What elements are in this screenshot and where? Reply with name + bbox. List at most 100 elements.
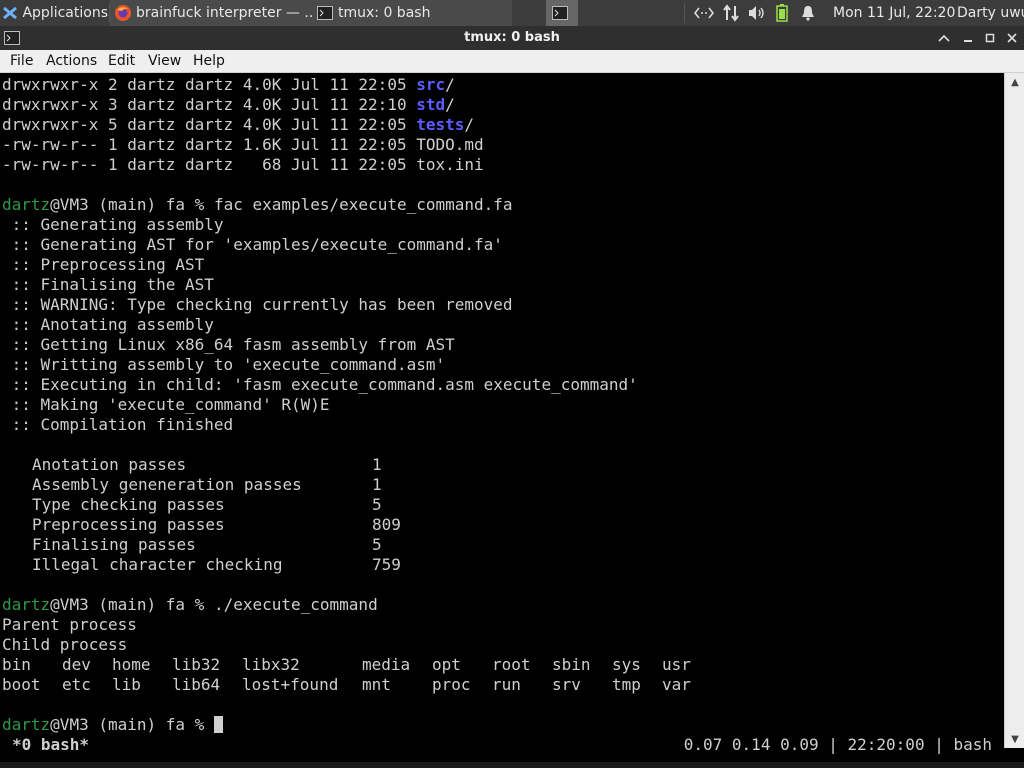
stat-value: 809: [372, 515, 401, 534]
dir-entry: libx32: [242, 655, 300, 674]
output-line: :: Executing in child: 'fasm execute_com…: [2, 375, 638, 394]
output-line: :: Making 'execute_command' R(W)E: [2, 395, 330, 414]
tmux-status-bar: *0 bash* 0.07 0.14 0.09 | 22:20:00 | bas…: [0, 735, 1004, 755]
tmux-status-right: 0.07 0.14 0.09 | 22:20:00 | bash: [683, 735, 992, 754]
dir-entry: bin: [2, 655, 31, 674]
dir-entry: var: [662, 675, 691, 694]
stat-value: 5: [372, 495, 382, 514]
output-line: :: WARNING: Type checking currently has …: [2, 295, 513, 314]
output-line: Parent process: [2, 615, 137, 634]
dir-entry: run: [492, 675, 521, 694]
volume-icon[interactable]: [748, 0, 770, 26]
output-line: :: Generating AST for 'examples/execute_…: [2, 235, 503, 254]
prompt-user: dartz: [2, 595, 51, 614]
dir-entry: mnt: [362, 675, 391, 694]
prompt-user: dartz: [2, 195, 51, 214]
dir-entry: boot: [2, 675, 41, 694]
workspace-button[interactable]: [546, 0, 578, 26]
window-bottom-border: [0, 762, 1024, 768]
dir-entry: usr: [662, 655, 691, 674]
shade-icon[interactable]: [934, 28, 954, 48]
output-line: Child process: [2, 635, 128, 654]
tmux-window-label[interactable]: *0 bash*: [12, 735, 89, 755]
ls-line: -rw-rw-r-- 1 dartz dartz 1.6K Jul 11 22:…: [2, 135, 484, 154]
top-panel: Applications brainfuck interpreter — ...…: [0, 0, 1024, 26]
xfce-logo-icon: [2, 4, 18, 22]
network-icon[interactable]: [694, 0, 716, 26]
notification-bell-icon[interactable]: [800, 0, 822, 26]
terminal-icon: [551, 4, 569, 22]
output-line: :: Compilation finished: [2, 415, 234, 434]
minimize-icon[interactable]: [958, 28, 978, 48]
window-title: tmux: 0 bash: [464, 30, 560, 45]
dir-entry: opt: [432, 655, 461, 674]
stat-value: 5: [372, 535, 382, 554]
prompt-line: dartz@VM3 (main) fa % fac examples/execu…: [2, 195, 513, 215]
prompt-host: @VM3 (main) fa %: [50, 595, 214, 614]
dir-entry: media: [362, 655, 411, 674]
prompt-line: dartz@VM3 (main) fa %: [2, 715, 223, 735]
output-line: :: Getting Linux x86_64 fasm assembly fr…: [2, 335, 455, 354]
stat-label: Preprocessing passes: [32, 515, 225, 534]
stat-label: Illegal character checking: [32, 555, 283, 574]
firefox-icon: [114, 4, 132, 22]
scroll-down-icon[interactable]: ▼: [1005, 730, 1024, 748]
user-menu[interactable]: Darty uwu: [957, 0, 1024, 26]
transfer-icon[interactable]: [722, 0, 744, 26]
stat-value: 1: [372, 455, 382, 474]
terminal-icon: [316, 4, 334, 22]
prompt-line: dartz@VM3 (main) fa % ./execute_command: [2, 595, 378, 615]
clock[interactable]: Mon 11 Jul, 22:20: [833, 0, 955, 26]
applications-menu[interactable]: Applications: [2, 0, 108, 26]
dir-entry: lib: [112, 675, 141, 694]
window-titlebar[interactable]: tmux: 0 bash: [0, 26, 1024, 50]
dir-entry: dev: [62, 655, 91, 674]
applications-label: Applications: [22, 5, 108, 21]
output-line: :: Anotating assembly: [2, 315, 214, 334]
terminal-cursor: [213, 716, 223, 733]
dir-entry: lib64: [172, 675, 221, 694]
output-line: :: Generating assembly: [2, 215, 224, 234]
stat-label: Finalising passes: [32, 535, 196, 554]
dir-entry: sbin: [552, 655, 591, 674]
dir-entry: lib32: [172, 655, 221, 674]
task-label: tmux: 0 bash: [338, 5, 431, 21]
terminal-area[interactable]: drwxrwxr-x 2 dartz dartz 4.0K Jul 11 22:…: [0, 73, 1004, 748]
task-label: brainfuck interpreter — ...: [136, 5, 314, 21]
stat-label: Anotation passes: [32, 455, 187, 474]
maximize-icon[interactable]: [980, 28, 1000, 48]
menu-file[interactable]: File: [10, 50, 33, 72]
close-icon[interactable]: [1002, 28, 1022, 48]
menu-help[interactable]: Help: [193, 50, 225, 72]
menu-edit[interactable]: Edit: [108, 50, 135, 72]
scrollbar[interactable]: ▲ ▼: [1004, 73, 1024, 748]
dir-entry: tmp: [612, 675, 641, 694]
command-text: fac examples/execute_command.fa: [213, 195, 513, 214]
dir-entry: srv: [552, 675, 581, 694]
prompt-user: dartz: [2, 715, 51, 734]
stat-value: 1: [372, 475, 382, 494]
menu-view[interactable]: View: [148, 50, 181, 72]
dir-entry: proc: [432, 675, 471, 694]
scroll-up-icon[interactable]: ▲: [1005, 73, 1024, 91]
dir-entry: sys: [612, 655, 641, 674]
dir-entry: etc: [62, 675, 91, 694]
ls-line: drwxrwxr-x 5 dartz dartz 4.0K Jul 11 22:…: [2, 115, 475, 134]
task-terminal[interactable]: tmux: 0 bash: [312, 0, 512, 26]
ls-line: -rw-rw-r-- 1 dartz dartz 68 Jul 11 22:05…: [2, 155, 484, 174]
command-text: ./execute_command: [213, 595, 378, 614]
output-line: :: Writting assembly to 'execute_command…: [2, 355, 446, 374]
prompt-host: @VM3 (main) fa %: [50, 715, 214, 734]
ls-line: drwxrwxr-x 2 dartz dartz 4.0K Jul 11 22:…: [2, 75, 455, 94]
menu-bar: File Actions Edit View Help: [0, 50, 1024, 73]
stat-value: 759: [372, 555, 401, 574]
ls-line: drwxrwxr-x 3 dartz dartz 4.0K Jul 11 22:…: [2, 95, 455, 114]
menu-actions[interactable]: Actions: [46, 50, 97, 72]
stat-label: Assembly geneneration passes: [32, 475, 302, 494]
battery-icon[interactable]: [776, 0, 794, 26]
output-line: :: Preprocessing AST: [2, 255, 205, 274]
panel-separator: [684, 3, 685, 23]
dir-entry: root: [492, 655, 531, 674]
stat-label: Type checking passes: [32, 495, 225, 514]
task-firefox[interactable]: brainfuck interpreter — ...: [110, 0, 314, 26]
